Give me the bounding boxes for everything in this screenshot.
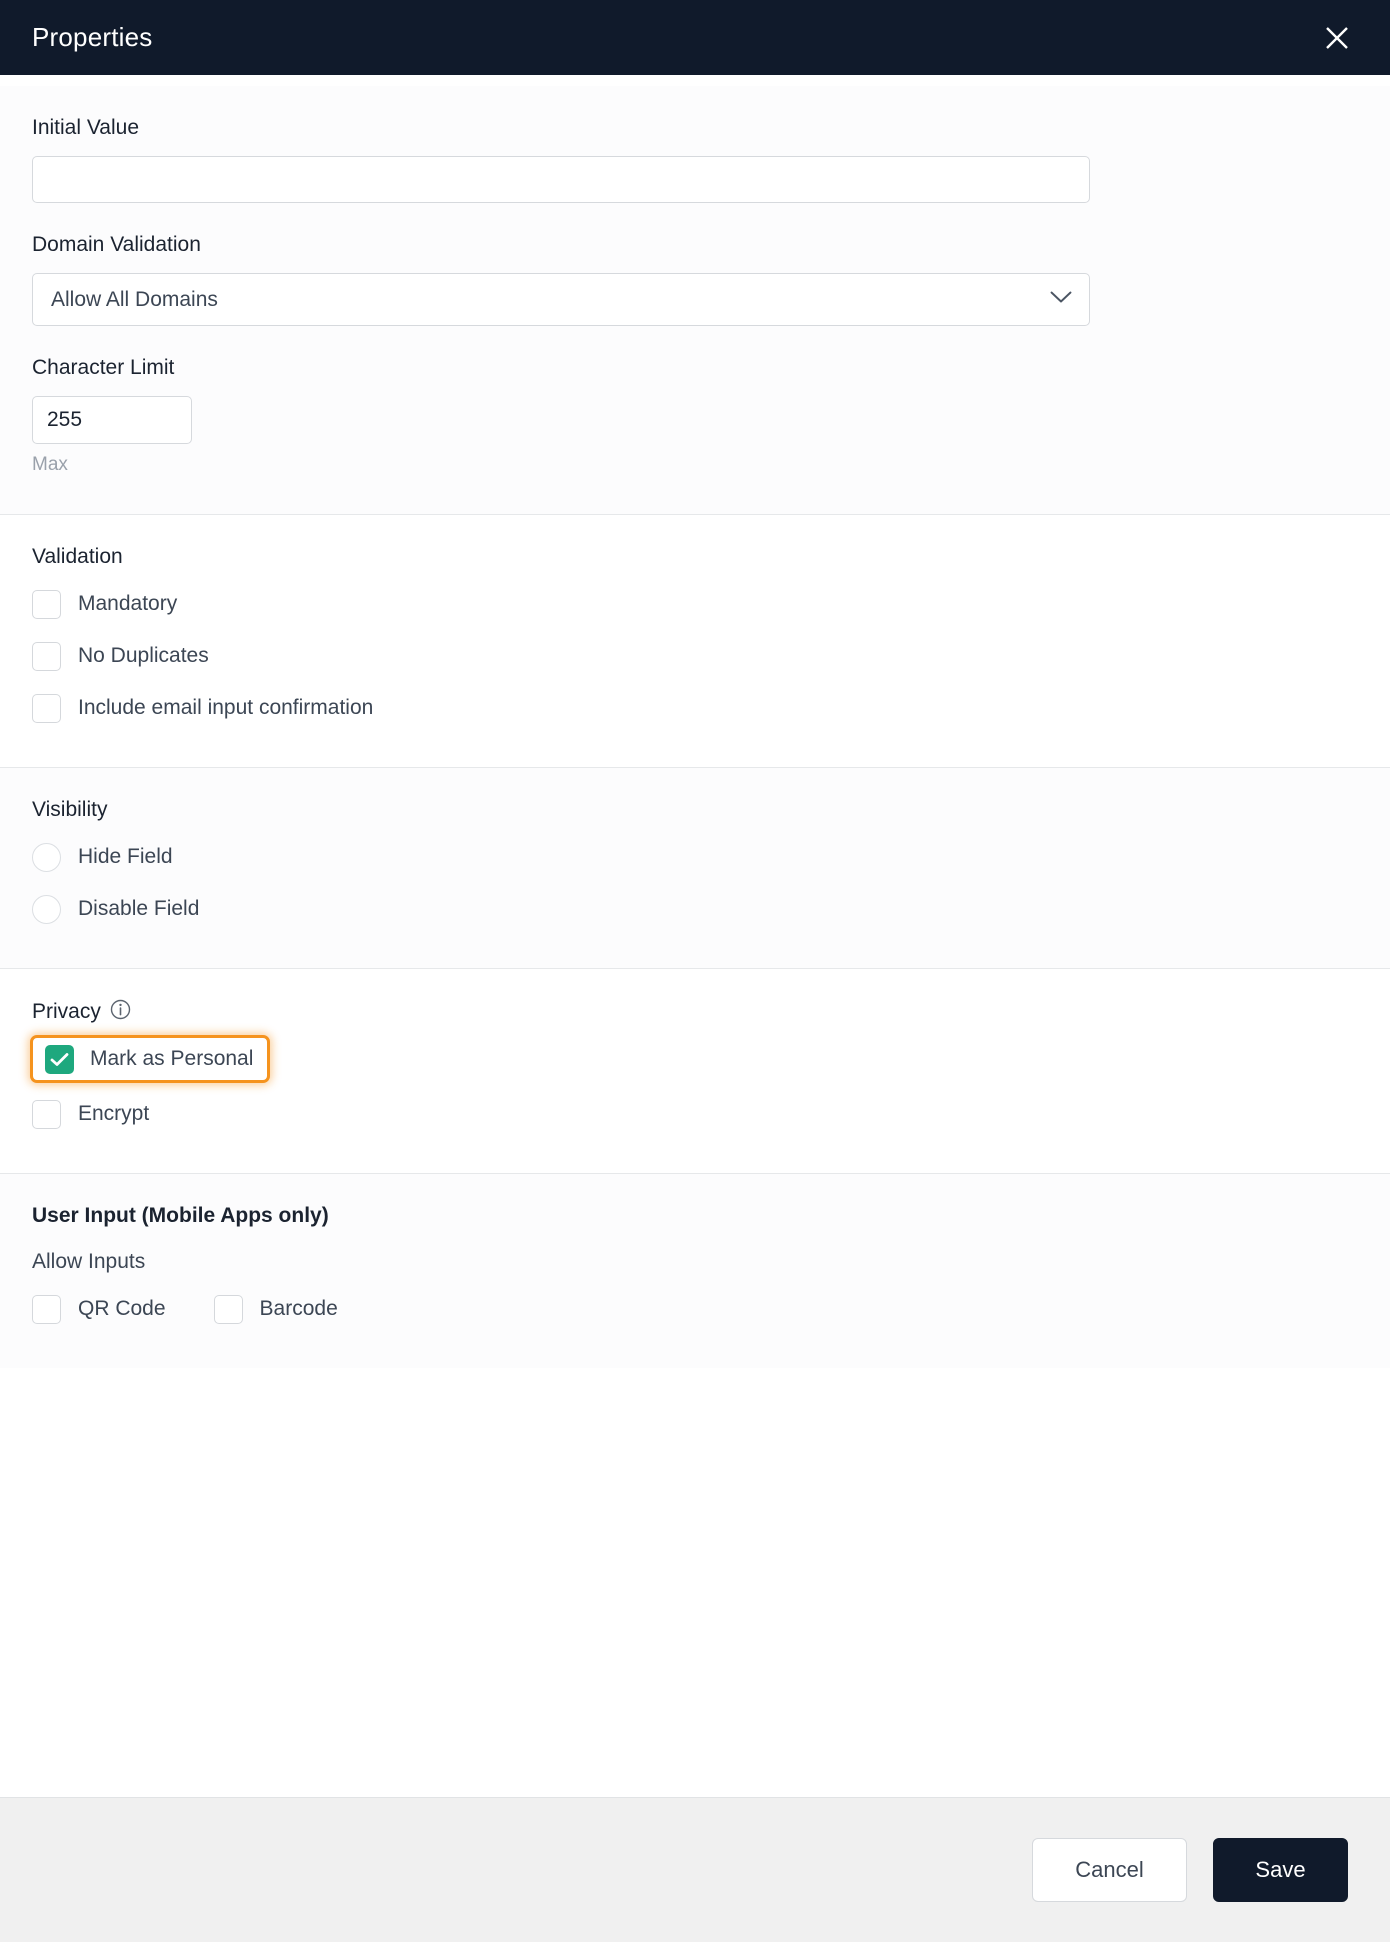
section-privacy: Privacy Mark as Personal Encrypt <box>0 969 1390 1174</box>
character-limit-input[interactable] <box>32 396 192 444</box>
checkbox-encrypt[interactable] <box>32 1099 61 1129</box>
character-limit-helper: Max <box>32 454 68 475</box>
checkbox-barcode[interactable] <box>213 1294 243 1324</box>
radio-label-hide-field: Hide Field <box>78 845 173 868</box>
checkbox-email-confirmation[interactable] <box>32 693 61 723</box>
field-domain-validation: Domain Validation Allow All Domains <box>32 233 1358 326</box>
checkbox-label-mandatory: Mandatory <box>78 592 178 615</box>
domain-validation-label: Domain Validation <box>32 233 201 256</box>
section-basic: Initial Value Domain Validation Allow Al… <box>0 86 1390 515</box>
checkbox-row-qr-code[interactable]: QR Code <box>32 1288 166 1330</box>
privacy-header: Privacy <box>32 999 1358 1025</box>
dialog-footer: Cancel Save <box>0 1797 1390 1942</box>
close-icon <box>1322 23 1352 53</box>
privacy-group-label: Privacy <box>32 1000 101 1023</box>
cancel-button[interactable]: Cancel <box>1032 1838 1187 1902</box>
domain-validation-select[interactable]: Allow All Domains <box>32 273 1090 326</box>
checkbox-qr-code[interactable] <box>32 1294 61 1324</box>
radio-hide-field[interactable] <box>32 842 61 872</box>
info-icon[interactable] <box>110 999 131 1025</box>
section-visibility: Visibility Hide Field Disable Field <box>0 768 1390 969</box>
checkbox-row-email-confirmation[interactable]: Include email input confirmation <box>32 687 1358 729</box>
initial-value-input[interactable] <box>32 156 1090 203</box>
checkbox-no-duplicates[interactable] <box>32 641 61 671</box>
section-validation: Validation Mandatory No Duplicates Inclu… <box>0 515 1390 768</box>
checkbox-label-barcode: Barcode <box>259 1297 338 1320</box>
allow-inputs-label: Allow Inputs <box>32 1250 146 1273</box>
checkbox-label-encrypt: Encrypt <box>78 1102 150 1125</box>
radio-row-disable-field[interactable]: Disable Field <box>32 888 1358 930</box>
checkbox-label-no-duplicates: No Duplicates <box>78 644 209 667</box>
checkbox-label-mark-as-personal: Mark as Personal <box>90 1047 254 1070</box>
visibility-group-label: Visibility <box>32 798 108 821</box>
domain-validation-select-wrap: Allow All Domains <box>32 273 1090 326</box>
dialog-title: Properties <box>32 22 153 52</box>
checkbox-label-qr-code: QR Code <box>78 1297 166 1320</box>
close-button[interactable] <box>1314 15 1360 61</box>
allow-inputs-options: QR Code Barcode <box>32 1288 1358 1330</box>
validation-group-label: Validation <box>32 545 123 568</box>
character-limit-label: Character Limit <box>32 356 175 379</box>
user-input-title: User Input (Mobile Apps only) <box>32 1204 329 1227</box>
field-initial-value: Initial Value <box>32 116 1358 203</box>
radio-row-hide-field[interactable]: Hide Field <box>32 836 1358 878</box>
checkbox-row-mark-as-personal[interactable]: Mark as Personal <box>30 1035 271 1083</box>
checkbox-row-encrypt[interactable]: Encrypt <box>32 1093 1358 1135</box>
radio-disable-field[interactable] <box>32 894 61 924</box>
initial-value-label: Initial Value <box>32 116 140 139</box>
dialog-titlebar: Properties <box>0 0 1390 75</box>
radio-label-disable-field: Disable Field <box>78 897 200 920</box>
section-user-input: User Input (Mobile Apps only) Allow Inpu… <box>0 1174 1390 1368</box>
checkbox-row-barcode[interactable]: Barcode <box>213 1288 338 1330</box>
checkbox-row-no-duplicates[interactable]: No Duplicates <box>32 635 1358 677</box>
dialog-body: Initial Value Domain Validation Allow Al… <box>0 86 1390 1797</box>
checkbox-mark-as-personal[interactable] <box>45 1044 74 1074</box>
checkbox-mandatory[interactable] <box>32 589 61 619</box>
save-button[interactable]: Save <box>1213 1838 1348 1902</box>
checkbox-row-mandatory[interactable]: Mandatory <box>32 583 1358 625</box>
domain-validation-selected-value: Allow All Domains <box>51 287 218 311</box>
field-character-limit: Character Limit Max <box>32 356 1358 476</box>
titlebar-spacer <box>0 75 1390 86</box>
properties-dialog: Properties Initial Value Domain Validati… <box>0 0 1390 1942</box>
checkbox-label-email-confirmation: Include email input confirmation <box>78 696 374 719</box>
